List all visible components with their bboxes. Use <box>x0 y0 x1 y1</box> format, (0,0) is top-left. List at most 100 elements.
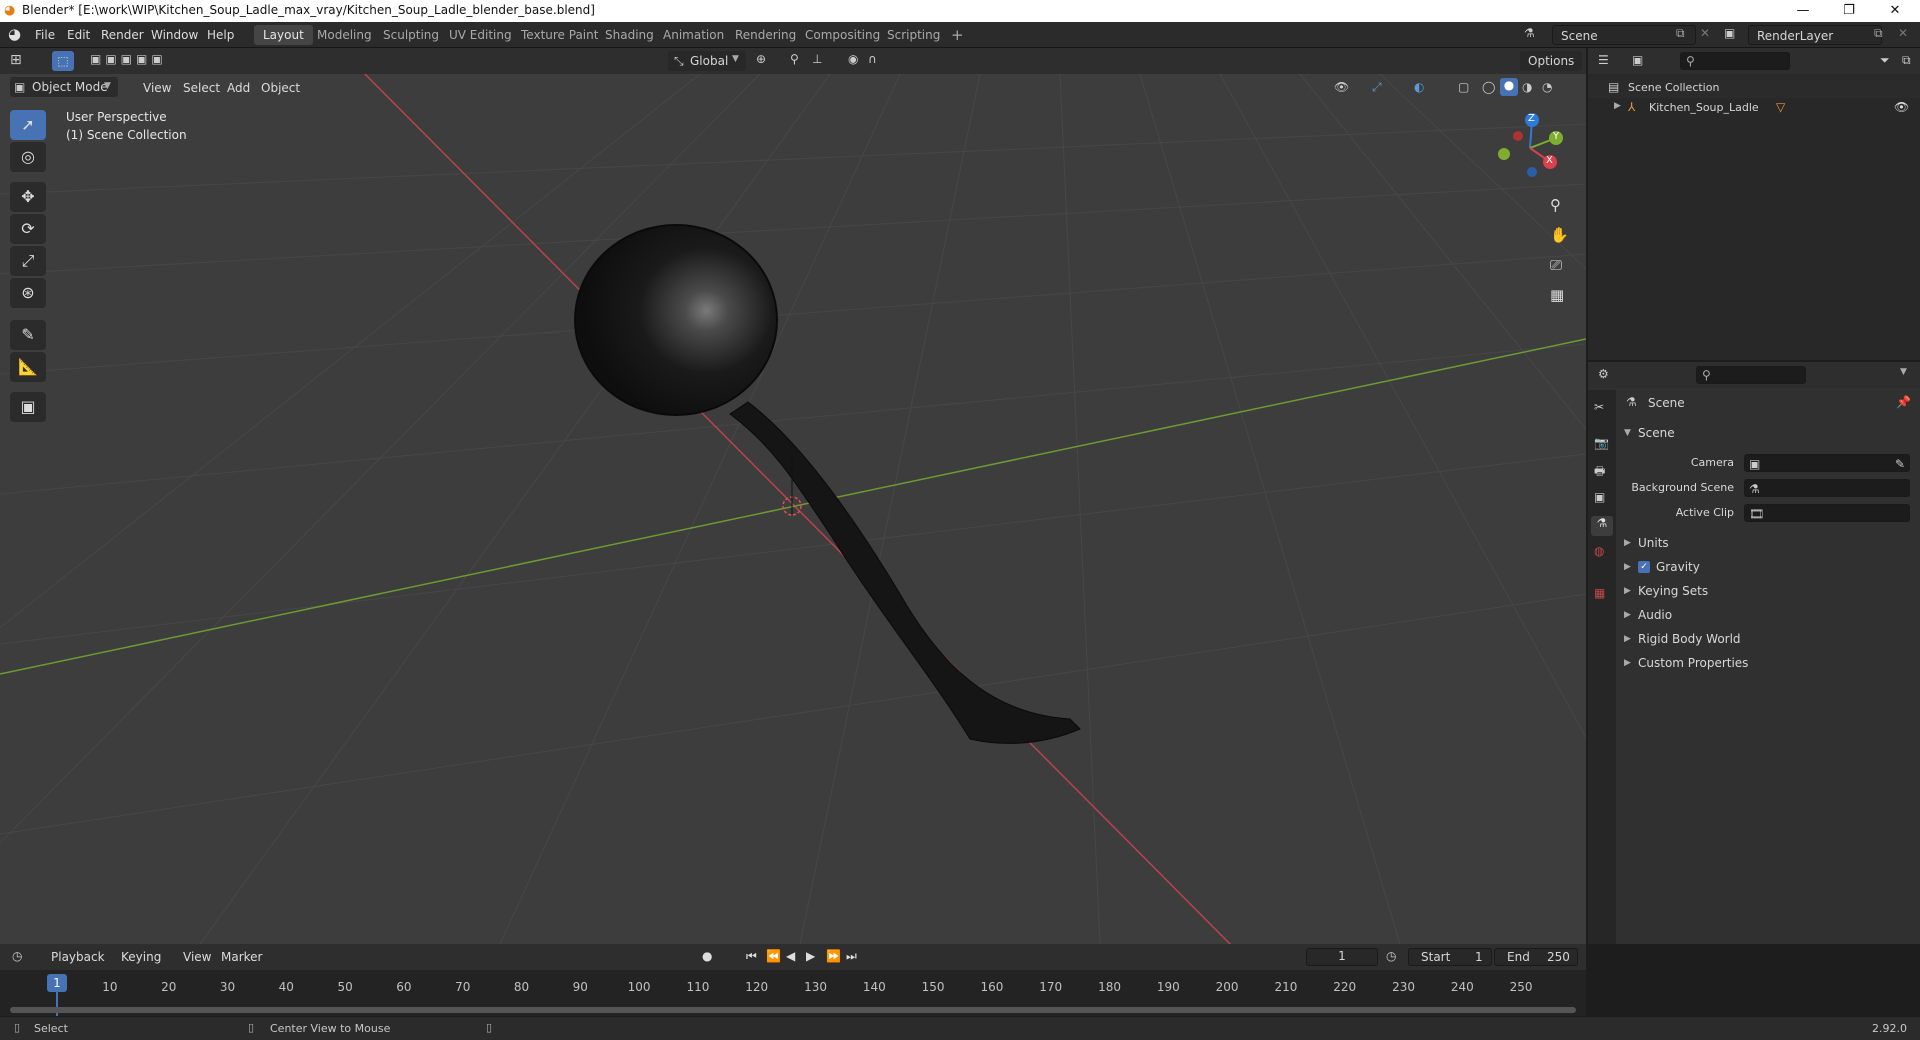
annotate-tool[interactable]: ✎ <box>10 320 46 350</box>
selection-mode-icons[interactable]: ▣▣▣▣▣ <box>90 52 167 66</box>
scene-panel-header[interactable]: ▼ Scene <box>1620 422 1916 444</box>
select-box-tool[interactable]: ➚ <box>10 110 46 140</box>
xray-toggle-icon[interactable]: ▢ <box>1458 80 1469 94</box>
menu-window[interactable]: Window <box>144 26 205 44</box>
move-tool[interactable]: ✥ <box>10 182 46 212</box>
outliner-search-input[interactable]: ⚲ <box>1680 52 1790 70</box>
preview-range-icon[interactable]: ◷ <box>1386 949 1396 963</box>
play-reverse-icon[interactable]: ◀ <box>786 949 795 963</box>
auto-keying-icon[interactable]: ● <box>702 949 712 963</box>
close-button[interactable]: ✕ <box>1872 0 1918 22</box>
measure-tool[interactable]: 📐 <box>10 352 46 382</box>
tab-animation[interactable]: Animation <box>654 25 733 45</box>
maximize-button[interactable]: ❐ <box>1826 0 1872 22</box>
current-frame-field[interactable]: 1 <box>1306 948 1378 966</box>
material-shading-icon[interactable]: ◑ <box>1522 80 1532 94</box>
section-audio[interactable]: ▶ Audio <box>1620 604 1916 626</box>
viewport-menu-object[interactable]: Object <box>254 79 307 97</box>
menu-render[interactable]: Render <box>94 26 151 44</box>
tab-sculpting[interactable]: Sculpting <box>374 25 448 45</box>
display-mode-icon[interactable]: ▣ <box>1632 53 1643 67</box>
timeline-menu-marker[interactable]: Marker <box>214 948 269 966</box>
navigation-gizmo[interactable]: Z Y X <box>1490 108 1570 188</box>
tab-modeling[interactable]: Modeling <box>308 25 381 45</box>
eye-visibility-icon[interactable]: 👁 <box>1894 100 1909 114</box>
texture-tab-icon[interactable]: ▦ <box>1594 586 1605 600</box>
properties-editor-icon[interactable]: ⚙ <box>1598 367 1609 381</box>
filter-icon[interactable]: ⏷ <box>1880 53 1890 68</box>
properties-search-input[interactable]: ⚲ <box>1696 366 1806 384</box>
rotate-tool[interactable]: ⟳ <box>10 214 46 244</box>
tab-compositing[interactable]: Compositing <box>796 25 889 45</box>
timeline-menu-keying[interactable]: Keying <box>114 948 168 966</box>
viewport-menu-add[interactable]: Add <box>220 79 257 97</box>
add-cube-tool[interactable]: ▣ <box>10 392 46 422</box>
tab-scripting[interactable]: Scripting <box>878 25 949 45</box>
tab-layout[interactable]: Layout <box>254 25 313 45</box>
view-layer-tab-icon[interactable]: ▣ <box>1594 490 1605 504</box>
scene-selector[interactable]: Scene <box>1552 25 1696 45</box>
scene-icon[interactable]: ⚗ <box>1524 26 1535 40</box>
falloff-icon[interactable]: ∩ <box>868 52 877 66</box>
playhead[interactable]: 1 <box>47 974 67 992</box>
section-keying-sets[interactable]: ▶ Keying Sets <box>1620 580 1916 602</box>
new-view-layer-icon[interactable]: ⧉ <box>1874 26 1883 41</box>
blender-menu-icon[interactable]: ◕ <box>8 25 26 43</box>
3d-viewport[interactable]: User Perspective (1) Scene Collection Z … <box>0 74 1586 944</box>
previous-keyframe-icon[interactable]: ⏪ <box>766 949 781 963</box>
gravity-checkbox[interactable]: ✓ <box>1638 561 1650 573</box>
view-layer-icon[interactable]: ▣ <box>1724 26 1735 40</box>
cursor-tool[interactable]: ◎ <box>10 142 46 172</box>
view-layer-selector[interactable]: RenderLayer <box>1748 25 1882 45</box>
timeline-scrollbar[interactable] <box>10 1007 1576 1013</box>
play-icon[interactable]: ▶ <box>806 949 815 963</box>
solid-shading-icon[interactable]: ● <box>1500 78 1518 96</box>
snap-icon[interactable]: ⚲ <box>790 52 799 66</box>
rendered-shading-icon[interactable]: ◔ <box>1542 80 1552 94</box>
editor-type-icon[interactable]: ⊞ <box>10 52 22 68</box>
pivot-point-icon[interactable]: ⊕ <box>756 52 766 66</box>
transform-tool[interactable]: ⊛ <box>10 278 46 308</box>
proportional-edit-icon[interactable]: ◉ <box>848 52 858 66</box>
scene-tab-icon[interactable]: ⚗ <box>1591 516 1613 536</box>
section-gravity[interactable]: ▶ ✓ Gravity <box>1620 556 1916 578</box>
outliner-row-object[interactable]: ▶ ⅄ Kitchen_Soup_Ladle ▽ 👁 <box>1588 98 1920 118</box>
background-scene-field[interactable]: ⚗ <box>1744 479 1910 497</box>
perspective-toggle-icon[interactable]: ▦ <box>1550 286 1564 304</box>
menu-help[interactable]: Help <box>200 26 241 44</box>
scale-tool[interactable]: ⤢ <box>10 246 46 276</box>
snap-target-icon[interactable]: ⊥ <box>812 52 822 66</box>
delete-view-layer-icon[interactable]: ✕ <box>1898 26 1908 40</box>
eyedropper-icon[interactable]: ✎ <box>1895 453 1905 475</box>
outliner-editor-icon[interactable]: ☰ <box>1598 53 1609 67</box>
new-collection-icon[interactable]: ⧉ <box>1902 53 1911 68</box>
transform-orientation-dropdown[interactable]: ⤡ Global ▼ <box>668 51 746 71</box>
select-tool-icon[interactable]: ⬚ <box>52 51 74 71</box>
start-frame-field[interactable]: Start 1 <box>1408 948 1492 966</box>
delete-scene-icon[interactable]: ✕ <box>1700 26 1710 40</box>
visibility-icon[interactable]: 👁 <box>1334 80 1349 94</box>
active-clip-field[interactable]: 🎞 <box>1744 504 1910 522</box>
add-workspace-button[interactable]: + <box>942 25 973 45</box>
section-rigid-body-world[interactable]: ▶ Rigid Body World <box>1620 628 1916 650</box>
timeline-menu-playback[interactable]: Playback <box>44 948 112 966</box>
minimize-button[interactable]: — <box>1780 0 1826 22</box>
jump-start-icon[interactable]: ⏮ <box>746 949 757 964</box>
tab-shading[interactable]: Shading <box>596 25 663 45</box>
overlay-toggle-icon[interactable]: ◐ <box>1414 80 1424 94</box>
timeline-menu-view[interactable]: View <box>176 948 218 966</box>
viewport-menu-view[interactable]: View <box>136 79 178 97</box>
wireframe-shading-icon[interactable]: ◯ <box>1482 80 1495 94</box>
next-keyframe-icon[interactable]: ⏩ <box>826 949 841 963</box>
options-dropdown[interactable]: Options <box>1520 51 1582 71</box>
section-custom-properties[interactable]: ▶ Custom Properties <box>1620 652 1916 674</box>
gizmo-toggle-icon[interactable]: ⤢ <box>1372 80 1382 95</box>
tool-tab-icon[interactable]: ✂ <box>1594 400 1604 414</box>
object-mode-dropdown[interactable]: ▣ Object Mode ▼ <box>10 77 118 97</box>
new-scene-icon[interactable]: ⧉ <box>1676 26 1685 41</box>
menu-edit[interactable]: Edit <box>60 26 97 44</box>
section-units[interactable]: ▶ Units <box>1620 532 1916 554</box>
tab-texture-paint[interactable]: Texture Paint <box>512 25 607 45</box>
camera-view-icon[interactable]: ⎚ <box>1550 256 1562 274</box>
render-tab-icon[interactable]: 📷 <box>1594 436 1609 450</box>
